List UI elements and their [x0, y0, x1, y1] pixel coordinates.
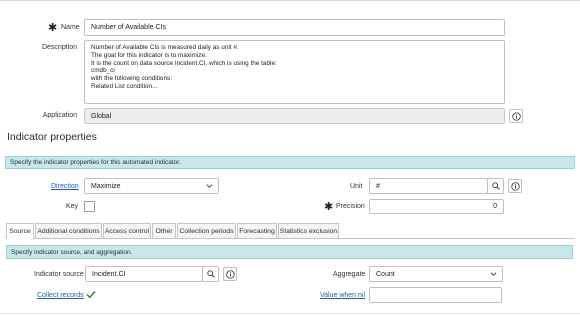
tab-forecasting[interactable]: Forecasting: [237, 223, 277, 238]
description-line: The goal for this indicator is to maximi…: [91, 51, 207, 59]
indicator-properties-heading: Indicator properties: [7, 131, 97, 143]
aggregate-label: Aggregate: [333, 271, 366, 278]
precision-input[interactable]: 0: [369, 199, 504, 214]
bottom-partial-divider: [0, 313, 580, 314]
aggregate-select[interactable]: Count: [369, 266, 503, 282]
value-when-nil-input[interactable]: [369, 287, 502, 303]
direction-link[interactable]: Direction: [51, 183, 79, 190]
indicator-source-search-button[interactable]: [202, 266, 219, 282]
tab-other[interactable]: Other: [152, 223, 176, 238]
indicator-source-input[interactable]: Incident.CI: [85, 266, 203, 282]
search-icon: [206, 270, 215, 278]
info-icon: [510, 181, 520, 191]
source-banner: Specify indicator source, and aggregatio…: [6, 245, 573, 259]
direction-select[interactable]: Maximize: [84, 178, 219, 194]
tab-access-control[interactable]: Access control: [103, 223, 151, 238]
direction-value: Maximize: [91, 182, 121, 190]
tab-baseline: [34, 238, 575, 239]
precision-label: Precision: [336, 203, 365, 210]
required-asterisk-icon: ✱: [48, 22, 58, 34]
description-line: It is the count on data source Incident.…: [91, 59, 277, 67]
name-label: Name: [61, 24, 80, 31]
unit-info-button[interactable]: [508, 179, 522, 193]
application-field: Global: [84, 108, 505, 124]
precision-value: 0: [493, 203, 497, 210]
description-line: cmdb_ci: [91, 67, 115, 75]
unit-input[interactable]: #: [369, 178, 488, 194]
description-line: with the following conditions:: [91, 75, 172, 83]
key-label: Key: [66, 203, 79, 210]
search-icon: [491, 182, 500, 190]
tab-source[interactable]: Source: [6, 223, 34, 239]
top-divider: [0, 0, 580, 1]
chevron-down-icon: [206, 184, 213, 188]
collect-records-link[interactable]: Collect records: [37, 292, 84, 299]
description-line: Related List condition...: [91, 82, 158, 90]
unit-search-button[interactable]: [487, 178, 504, 194]
description-textarea[interactable]: Number of Available CIs is measured dail…: [84, 40, 505, 104]
collect-records-checkbox[interactable]: [85, 289, 96, 300]
indicator-source-label: Indicator source: [34, 271, 84, 278]
application-label: Application: [42, 112, 77, 119]
info-icon: [511, 111, 521, 121]
aggregate-value: Count: [376, 270, 395, 278]
tab-additional-conditions[interactable]: Additional conditions: [35, 223, 102, 238]
name-input[interactable]: Number of Available CIs: [84, 19, 505, 36]
checkmark-icon: [85, 290, 96, 299]
chevron-down-icon: [490, 272, 497, 276]
key-checkbox[interactable]: [84, 201, 95, 212]
indicator-source-info-button[interactable]: [223, 267, 237, 281]
application-info-button[interactable]: [509, 109, 523, 123]
unit-label: Unit: [350, 183, 363, 190]
tab-collection-periods[interactable]: Collection periods: [177, 223, 236, 238]
required-asterisk-icon: ✱: [324, 201, 334, 213]
description-line: Number of Available CIs is measured dail…: [91, 44, 239, 51]
indicator-properties-banner: Specify the indicator properties for thi…: [5, 156, 575, 169]
description-label: Description: [41, 44, 77, 51]
tab-statistics-exclusion[interactable]: Statistics exclusion: [278, 223, 339, 238]
info-icon: [225, 269, 235, 279]
value-when-nil-link[interactable]: Value when nil: [320, 292, 365, 299]
